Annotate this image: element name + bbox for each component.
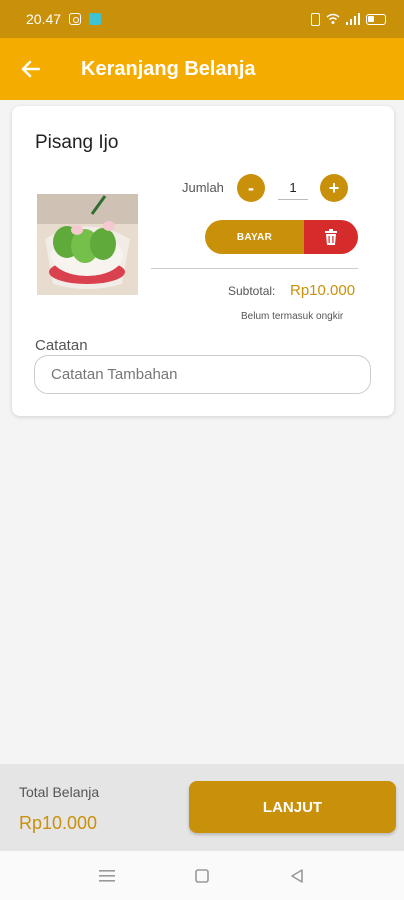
system-nav-bar <box>0 851 404 900</box>
total-value: Rp10.000 <box>19 813 98 833</box>
status-bar: 20.47 <box>0 0 404 38</box>
app-notification-icon <box>89 13 102 25</box>
decrease-quantity-button[interactable]: - <box>237 174 265 202</box>
triangle-back-icon <box>290 868 303 883</box>
pisang-ijo-photo <box>37 194 138 295</box>
nav-back-button[interactable] <box>277 856 317 896</box>
status-left: 20.47 <box>26 11 102 27</box>
subtotal-label: Subtotal: <box>228 284 276 298</box>
notes-input[interactable] <box>34 355 371 394</box>
next-button[interactable]: LANJUT <box>189 781 396 833</box>
total-label: Total Belanja <box>19 784 100 800</box>
nav-menu-button[interactable] <box>87 856 127 896</box>
pay-button[interactable]: BAYAR <box>205 220 304 254</box>
notes-label: Catatan <box>35 337 88 354</box>
page-title: Keranjang Belanja <box>81 57 256 80</box>
product-name: Pisang Ijo <box>35 132 119 153</box>
status-right <box>311 12 386 26</box>
cart-item-card: Pisang Ijo Jumlah - + BAYAR <box>12 106 394 416</box>
back-button[interactable] <box>0 38 64 100</box>
arrow-left-icon <box>21 60 40 78</box>
quantity-label: Jumlah <box>182 180 224 195</box>
signal-icon <box>346 13 360 25</box>
status-time: 20.47 <box>26 11 62 27</box>
menu-icon <box>99 869 116 882</box>
divider <box>151 268 358 269</box>
battery-icon <box>366 13 386 25</box>
product-image <box>37 194 138 295</box>
increase-quantity-button[interactable]: + <box>320 174 348 202</box>
vibrate-icon <box>311 12 320 26</box>
subtotal-value: Rp10.000 <box>290 282 356 299</box>
app-bar: Keranjang Belanja <box>0 38 404 100</box>
quantity-input[interactable] <box>278 176 308 200</box>
wifi-icon <box>326 13 340 24</box>
shipping-note: Belum termasuk ongkir <box>241 311 344 322</box>
nav-home-button[interactable] <box>182 856 222 896</box>
checkout-bar: Total Belanja Rp10.000 LANJUT <box>0 764 404 851</box>
item-action-group: BAYAR <box>205 220 358 254</box>
delete-item-button[interactable] <box>304 220 358 254</box>
instagram-notification-icon <box>69 13 82 25</box>
trash-icon <box>325 229 337 245</box>
square-home-icon <box>195 868 209 883</box>
